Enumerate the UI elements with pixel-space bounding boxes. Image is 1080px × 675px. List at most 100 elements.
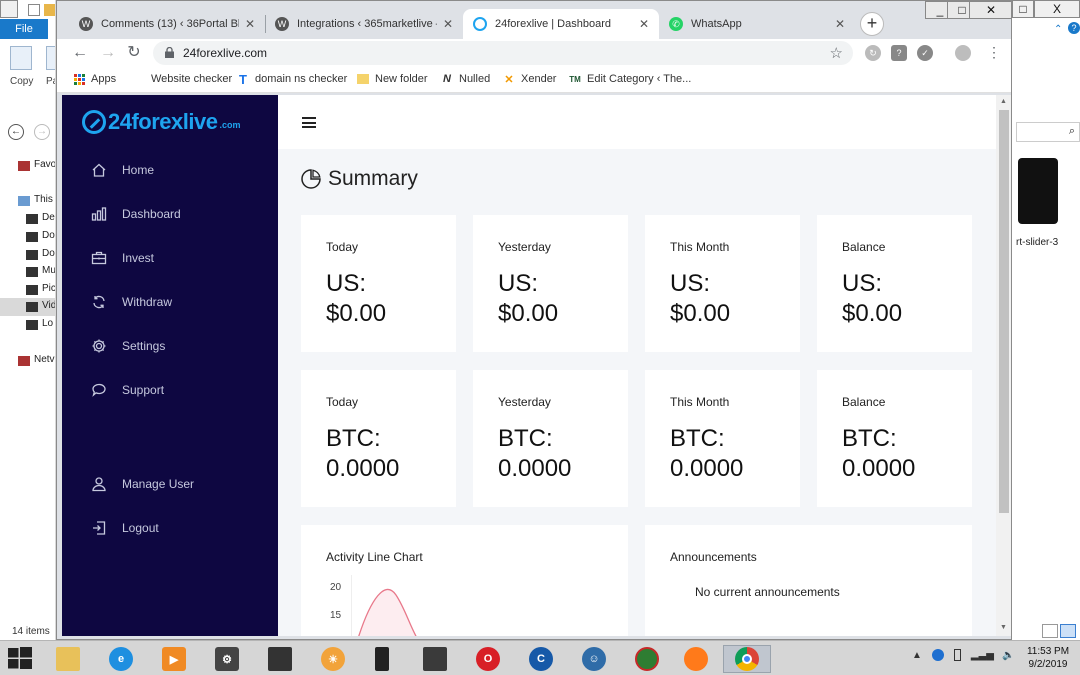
activity-chart-card: Activity Line Chart 20 15 [301, 525, 628, 636]
chart-tick-label: 15 [330, 610, 342, 621]
back-arrow-icon[interactable]: ← [8, 124, 24, 140]
bar-chart-icon [90, 205, 108, 223]
nav-item-desktop[interactable]: De [42, 212, 55, 223]
sidebar-item-withdraw[interactable]: Withdraw [90, 293, 172, 311]
nav-item-downloads[interactable]: Do [42, 248, 55, 259]
copy-label[interactable]: Copy [10, 76, 33, 87]
help-icon[interactable]: ? [1068, 22, 1080, 34]
stat-card-usd-yesterday: Yesterday US: $0.00 [473, 215, 628, 352]
nav-item-pictures[interactable]: Pic [42, 283, 55, 294]
nav-item-documents[interactable]: Do [42, 230, 55, 241]
file-thumbnail-label[interactable]: rt-slider-3 [1016, 237, 1058, 248]
briefcase-icon [90, 249, 108, 267]
tab-dashboard[interactable]: 24forexlive | Dashboard ✕ [463, 9, 659, 39]
explorer-close-button[interactable]: X [1034, 0, 1080, 18]
bookmark-domain-ns-checker[interactable]: T domain ns checker [237, 72, 347, 87]
close-icon[interactable]: ✕ [443, 17, 453, 31]
scrollbar-thumb[interactable] [999, 110, 1009, 513]
profile-avatar-icon[interactable] [955, 45, 971, 61]
bookmark-nulled[interactable]: N Nulled [441, 73, 490, 85]
tab-comments[interactable]: W Comments (13) ‹ 36Portal Blog ✕ [69, 9, 265, 39]
close-icon[interactable]: ✕ [245, 17, 255, 31]
menu-dots-icon[interactable]: ⋮ [987, 44, 1001, 61]
taskbar-firefox[interactable] [672, 645, 720, 673]
sidebar-item-settings[interactable]: Settings [90, 337, 165, 355]
taskbar-file-explorer[interactable] [44, 645, 92, 673]
forward-arrow-icon[interactable]: → [34, 124, 50, 140]
sidebar-item-support[interactable]: Support [90, 381, 164, 399]
network-signal-icon[interactable]: ▂▃▅ [971, 650, 994, 661]
taskbar-anonymous[interactable]: ☺ [570, 645, 618, 673]
taskbar-media-player[interactable]: ▶ [150, 645, 198, 673]
new-tab-button[interactable]: + [860, 12, 884, 36]
sidebar-item-invest[interactable]: Invest [90, 249, 154, 267]
windows-start-icon[interactable] [8, 647, 32, 669]
bookmark-label: Edit Category ‹ The... [587, 73, 692, 85]
close-icon[interactable]: ✕ [835, 17, 845, 31]
bookmark-website-checker[interactable]: Website checker [133, 73, 232, 85]
hamburger-menu-icon[interactable] [302, 117, 316, 128]
stat-currency: US: [842, 270, 883, 297]
large-icons-view-icon[interactable] [1060, 624, 1076, 638]
taskbar-ccleaner[interactable]: C [517, 645, 565, 673]
explorer-system-icon[interactable] [0, 0, 18, 18]
taskbar-internet-explorer[interactable]: e [97, 645, 145, 673]
bookmark-star-icon[interactable]: ☆ [830, 44, 843, 62]
details-view-icon[interactable] [1042, 624, 1058, 638]
scroll-down-arrow-icon[interactable]: ▼ [1000, 624, 1007, 631]
copy-icon[interactable] [10, 46, 32, 70]
nav-item-this-pc[interactable]: This [34, 194, 53, 205]
help-chevron-icon[interactable]: ⌃ [1054, 24, 1062, 35]
tab-whatsapp[interactable]: ✆ WhatsApp ✕ [659, 9, 855, 39]
explorer-restore-button[interactable]: □ [1012, 0, 1034, 18]
file-tab[interactable]: File [0, 19, 48, 39]
taskbar-usb-device[interactable] [358, 645, 406, 673]
bookmark-new-folder[interactable]: New folder [357, 73, 428, 85]
extension-icon[interactable]: ↻ [865, 45, 881, 61]
sidebar-item-dashboard[interactable]: Dashboard [90, 205, 181, 223]
brand-logo[interactable]: 24forexlive .com [82, 109, 240, 135]
taskbar-globe-app[interactable] [623, 645, 671, 673]
nav-item-local-disk[interactable]: Lo [42, 318, 53, 329]
extension-badge-icon[interactable]: ? [891, 45, 907, 61]
nav-item-videos[interactable]: Vid [42, 300, 55, 311]
sidebar-item-label: Home [122, 163, 155, 177]
bookmark-apps[interactable]: Apps [73, 73, 116, 85]
taskbar-terminal[interactable] [256, 645, 304, 673]
local-disk-icon [26, 320, 38, 330]
bookmark-xender[interactable]: ✕ Xender [503, 73, 556, 86]
forward-arrow-icon[interactable]: → [97, 42, 119, 64]
scroll-up-arrow-icon[interactable]: ▲ [1000, 98, 1007, 105]
search-box[interactable]: ⌕ [1016, 122, 1080, 142]
taskbar-opera[interactable]: O [464, 645, 512, 673]
sidebar-item-home[interactable]: Home [90, 161, 154, 179]
ccleaner-icon: C [529, 647, 553, 671]
checkmark-icon[interactable]: ✓ [917, 45, 933, 61]
sidebar-item-logout[interactable]: Logout [90, 519, 159, 537]
nav-item-favorites[interactable]: Favo [34, 159, 55, 170]
taskbar-chrome[interactable] [723, 645, 771, 673]
sidebar-item-label: Withdraw [122, 295, 173, 309]
address-bar[interactable]: 24forexlive.com ☆ [153, 41, 853, 65]
tray-expand-icon[interactable]: ▲ [912, 650, 922, 661]
close-icon[interactable]: ✕ [639, 17, 649, 31]
tab-integrations[interactable]: W Integrations ‹ 365marketlive — ✕ [265, 9, 463, 39]
file-thumbnail[interactable] [1018, 158, 1058, 224]
volume-icon[interactable]: 🔈 [1002, 650, 1014, 661]
paste-icon[interactable] [46, 46, 55, 70]
reload-icon[interactable]: ↻ [123, 42, 145, 64]
sidebar-item-manage-user[interactable]: Manage User [90, 475, 194, 493]
taskbar-settings-app[interactable]: ⚙ [203, 645, 251, 673]
close-window-button[interactable]: ✕ [969, 1, 1011, 19]
tray-app-icon[interactable] [931, 649, 944, 661]
battery-icon[interactable] [953, 649, 961, 661]
paste-label[interactable]: Pa [46, 76, 55, 87]
page-scrollbar[interactable]: ▲ ▼ [996, 95, 1011, 636]
nav-item-network[interactable]: Netv [34, 354, 55, 365]
taskbar-clock[interactable]: 11:53 PM 9/2/2019 [1020, 645, 1076, 671]
nav-item-music[interactable]: Mu [42, 265, 55, 276]
bookmark-edit-category[interactable]: TM Edit Category ‹ The... [569, 73, 691, 85]
taskbar-weather[interactable]: ☀ [309, 645, 357, 673]
back-arrow-icon[interactable]: ← [69, 42, 91, 64]
taskbar-dark-app[interactable] [411, 645, 459, 673]
